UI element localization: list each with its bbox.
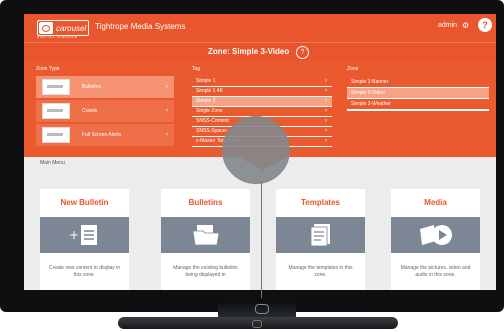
magnifier-base	[255, 304, 269, 314]
top-bar: carousel DIGITAL SIGNAGE Tightrope Media…	[24, 14, 496, 42]
card-description: Create new content to display in this zo…	[48, 265, 121, 278]
app-title: Tightrope Media Systems	[95, 22, 186, 31]
zone-bar: Zone: Simple 3-Video ?	[24, 42, 496, 62]
card-title: Bulletins	[188, 198, 223, 207]
tag-item-selected[interactable]: Simple 3 ›	[192, 97, 332, 107]
main-menu-label: Main Menu	[40, 160, 65, 166]
chevron-right-icon: ›	[325, 108, 327, 114]
zone-type-thumbnail	[42, 79, 70, 95]
tag-label: Tag	[192, 66, 201, 72]
zone-type-full-screen-alerts[interactable]: Full Screen Alerts ›	[36, 124, 174, 146]
zone-type-label: Zone Type	[36, 66, 60, 72]
chevron-right-icon: ›	[325, 98, 327, 104]
chevron-right-icon: ›	[325, 118, 327, 124]
zone-type-crawls[interactable]: Crawls ›	[36, 100, 174, 122]
card-media[interactable]: Media Manage the pictures, video and aud…	[391, 189, 480, 290]
zone-type-bulletins[interactable]: Bulletins ›	[36, 76, 174, 98]
chevron-right-icon: ›	[166, 84, 168, 90]
zone-title[interactable]: Zone: Simple 3-Video	[208, 47, 289, 56]
media-icon	[419, 225, 452, 245]
zone-type-thumbnail	[42, 103, 70, 119]
tag-item-label: Simple 1	[196, 78, 216, 84]
user-menu[interactable]: admin	[438, 22, 457, 29]
zone-type-thumbnail	[42, 127, 70, 143]
svg-text:+: +	[69, 228, 79, 242]
zone-help-icon[interactable]: ?	[296, 46, 309, 59]
zone-item[interactable]: Simple 3-Weather	[347, 99, 489, 110]
tag-item-label: Simple 1 4K	[196, 88, 223, 94]
zone-item[interactable]: Simple 3-Banner	[347, 77, 489, 88]
magnifier-stem	[261, 182, 262, 298]
card-image	[276, 217, 365, 253]
card-description: Manage the pictures, video and audio in …	[400, 265, 471, 278]
zone-type-item-label: Full Screen Alerts	[82, 132, 122, 138]
gear-icon[interactable]: ⚙	[462, 21, 469, 30]
chevron-right-icon: ›	[325, 138, 327, 144]
card-title: New Bulletin	[60, 198, 109, 207]
chevron-right-icon: ›	[166, 108, 168, 114]
zone-item-selected[interactable]: Simple 3-Video	[347, 88, 489, 99]
card-image	[161, 217, 250, 253]
zone-label: Zone	[347, 66, 359, 72]
card-image	[391, 217, 480, 253]
logo-text: carousel	[56, 23, 87, 33]
magnifier-overlay	[222, 116, 290, 184]
folder-icon	[192, 225, 219, 246]
zone-type-item-label: Bulletins	[82, 84, 101, 90]
zone-type-item-label: Crawls	[82, 108, 98, 114]
card-new-bulletin[interactable]: New Bulletin + Create new content to dis…	[40, 189, 129, 290]
card-title: Media	[424, 198, 447, 207]
tag-item-label: Simple 3	[196, 98, 216, 104]
tv-brand-logo	[252, 320, 262, 328]
card-templates[interactable]: Templates Manage the templates in this z…	[276, 189, 365, 290]
card-bulletins[interactable]: Bulletins Manage the existing bulletins …	[161, 189, 250, 290]
card-image: +	[40, 217, 129, 253]
tag-item[interactable]: Simple 1 ›	[192, 77, 332, 87]
chevron-right-icon: ›	[166, 132, 168, 138]
tag-item-label: SNSS-Content	[196, 118, 229, 124]
carousel-logo[interactable]: carousel	[37, 20, 89, 36]
new-bulletin-icon: +	[69, 225, 97, 245]
templates-icon	[310, 224, 330, 247]
logo-subtitle: DIGITAL SIGNAGE	[37, 35, 78, 39]
tag-item-label: Single Zone	[196, 108, 223, 114]
help-button[interactable]: ?	[478, 18, 492, 32]
card-description: Manage the existing bulletins being disp…	[173, 265, 238, 278]
chevron-right-icon: ›	[325, 88, 327, 94]
tag-item[interactable]: Simple 1 4K ›	[192, 87, 332, 97]
zone-list[interactable]: Simple 3-Banner Simple 3-Video Simple 3-…	[347, 77, 489, 111]
card-description: Manage the templates in this zone.	[288, 265, 353, 278]
carousel-logo-icon	[39, 22, 53, 34]
tag-item-label: SNSS-Spacer	[196, 128, 228, 134]
tag-item[interactable]: Single Zone ›	[192, 107, 332, 117]
chevron-right-icon: ›	[325, 78, 327, 84]
card-title: Templates	[301, 198, 340, 207]
chevron-right-icon: ›	[325, 128, 327, 134]
